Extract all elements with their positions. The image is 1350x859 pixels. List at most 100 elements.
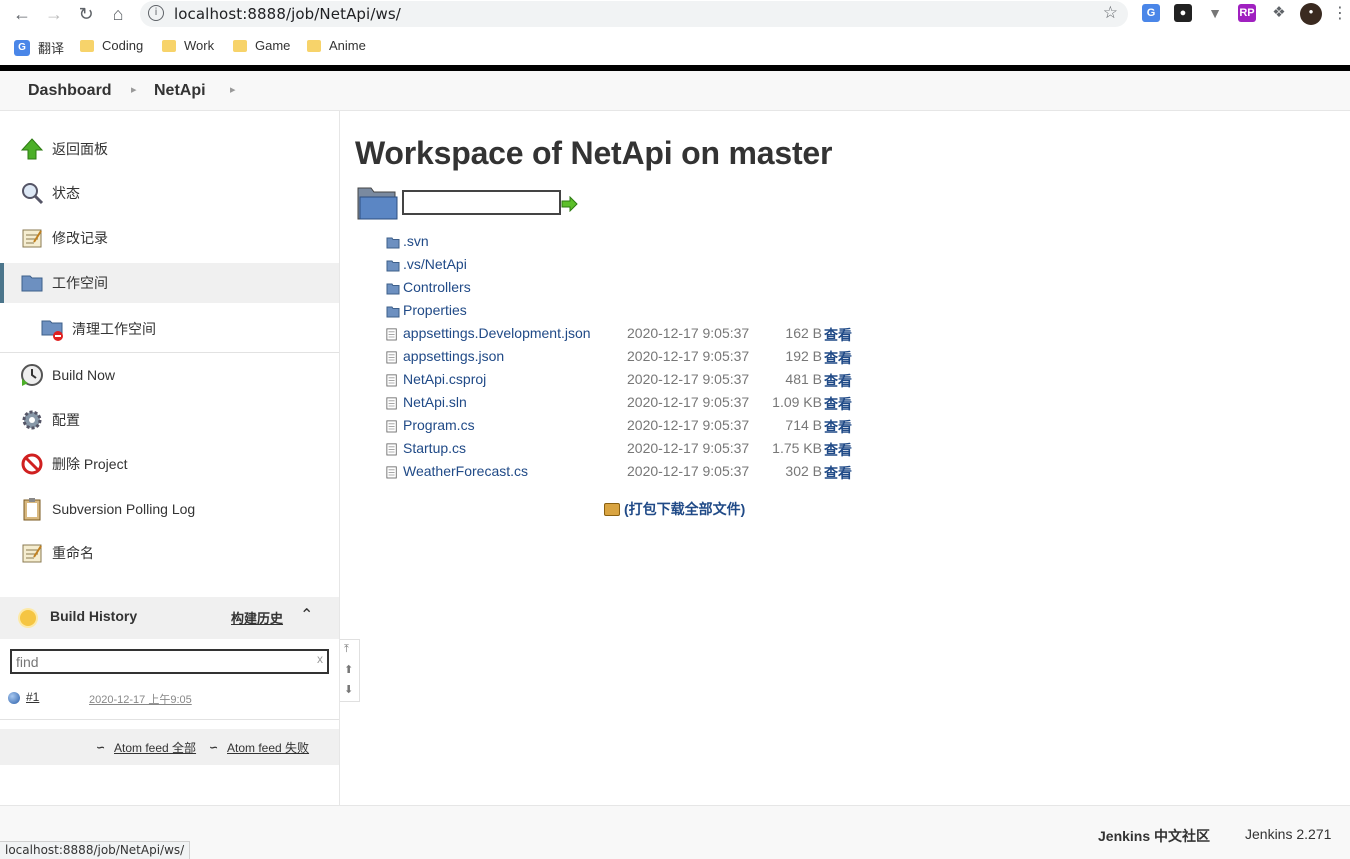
- view-link[interactable]: 查看: [824, 440, 852, 460]
- feed-all-link[interactable]: Atom feed 全部: [114, 739, 196, 756]
- browser-toolbar: ← → ↻ ⌂ i localhost:8888/job/NetApi/ws/ …: [0, 0, 1350, 28]
- entry-name-link[interactable]: appsettings.json: [403, 348, 504, 364]
- sidebar-item-rename[interactable]: 重命名: [0, 533, 339, 573]
- entry-name-link[interactable]: NetApi.csproj: [403, 371, 486, 387]
- reload-icon[interactable]: ↻: [76, 4, 96, 24]
- url-text[interactable]: localhost:8888/job/NetApi/ws/: [174, 5, 401, 23]
- translate-icon: G: [14, 39, 30, 56]
- clear-search-icon[interactable]: x: [317, 652, 323, 666]
- build-history-title: Build History: [50, 608, 138, 624]
- entry-name-link[interactable]: .svn: [403, 233, 429, 249]
- file-row: appsettings.Development.json 2020-12-17 9…: [384, 324, 864, 346]
- footer-version-link[interactable]: Jenkins 2.271: [1245, 826, 1331, 842]
- entry-date: 2020-12-17 9:05:37: [627, 417, 750, 433]
- vue-extension-icon[interactable]: ▼: [1206, 4, 1224, 22]
- weather-sunny-icon: [20, 610, 36, 626]
- entry-name-link[interactable]: Startup.cs: [403, 440, 466, 456]
- bookmark-anime[interactable]: Anime: [307, 38, 366, 53]
- breadcrumb-dashboard[interactable]: Dashboard: [28, 82, 112, 100]
- up-arrow-icon: [20, 138, 44, 160]
- scroll-top-icon[interactable]: ⤒: [344, 643, 349, 656]
- go-arrow-icon[interactable]: [561, 196, 578, 212]
- footer-community-link[interactable]: Jenkins 中文社区: [1098, 826, 1210, 846]
- scroll-down-icon[interactable]: ⬇: [344, 683, 353, 696]
- download-all-zip-link[interactable]: (打包下载全部文件): [604, 499, 745, 519]
- avatar[interactable]: ●: [1300, 3, 1322, 25]
- entry-name-link[interactable]: NetApi.sln: [403, 394, 467, 410]
- rp-extension-icon[interactable]: RP: [1238, 4, 1256, 22]
- entry-name-link[interactable]: appsettings.Development.json: [403, 325, 591, 341]
- entry-size: 714 B: [785, 417, 822, 433]
- rss-icon: ∽: [96, 742, 106, 754]
- scroll-controls: ⤒ ⬆ ⬇: [340, 639, 360, 702]
- chevron-up-icon[interactable]: ⌃: [300, 605, 313, 625]
- breadcrumb-netapi[interactable]: NetApi: [154, 82, 206, 100]
- no-entry-icon: [21, 453, 43, 475]
- workspace-folder-icon: [357, 187, 398, 220]
- view-link[interactable]: 查看: [824, 325, 852, 345]
- bookmark-translate[interactable]: G 翻译: [14, 38, 64, 57]
- info-icon[interactable]: i: [148, 5, 164, 21]
- bookmark-coding[interactable]: Coding: [80, 38, 143, 53]
- directory-row: Properties: [384, 301, 864, 323]
- sidebar-item-workspace[interactable]: 工作空间: [0, 263, 339, 303]
- directory-row: Controllers: [384, 278, 864, 300]
- magnifier-icon: [22, 183, 44, 205]
- extension-icon[interactable]: ●: [1174, 4, 1192, 22]
- view-link[interactable]: 查看: [824, 417, 852, 437]
- breadcrumb-separator-icon[interactable]: ▸: [131, 83, 137, 96]
- bookmark-work[interactable]: Work: [162, 38, 214, 53]
- file-row: NetApi.csproj 2020-12-17 9:05:37 481 B 查看: [384, 370, 864, 392]
- build-time-link[interactable]: 2020-12-17 上午9:05: [89, 691, 192, 707]
- view-link[interactable]: 查看: [824, 394, 852, 414]
- entry-name-link[interactable]: Properties: [403, 302, 467, 318]
- sidebar-item-build-now[interactable]: Build Now: [0, 355, 339, 395]
- sidebar-item-polling-log[interactable]: Subversion Polling Log: [0, 489, 339, 529]
- breadcrumb-separator-icon[interactable]: ▸: [230, 83, 236, 96]
- folder-icon: [307, 39, 321, 52]
- file-row: NetApi.sln 2020-12-17 9:05:37 1.09 KB 查看: [384, 393, 864, 415]
- view-link[interactable]: 查看: [824, 371, 852, 391]
- bookmark-game[interactable]: Game: [233, 38, 290, 53]
- entry-size: 192 B: [785, 348, 822, 364]
- path-input[interactable]: [402, 190, 561, 215]
- sidebar-item-delete-project[interactable]: 删除 Project: [0, 444, 339, 484]
- entry-name-link[interactable]: Program.cs: [403, 417, 475, 433]
- home-icon[interactable]: ⌂: [108, 4, 128, 24]
- sidebar-item-configure[interactable]: 配置: [0, 400, 339, 440]
- build-number-link[interactable]: #1: [26, 690, 39, 704]
- menu-kebab-icon[interactable]: ⋮: [1330, 4, 1350, 24]
- sidebar-item-changes[interactable]: 修改记录: [0, 218, 339, 258]
- sidebar-item-status[interactable]: 状态: [0, 173, 339, 213]
- entry-name-link[interactable]: .vs/NetApi: [403, 256, 467, 272]
- entry-size: 162 B: [785, 325, 822, 341]
- page-title: Workspace of NetApi on master: [355, 135, 833, 171]
- translate-extension-icon[interactable]: G: [1142, 4, 1160, 22]
- entry-size: 302 B: [785, 463, 822, 479]
- forward-icon[interactable]: →: [44, 4, 64, 24]
- entry-date: 2020-12-17 9:05:37: [627, 325, 750, 341]
- entry-date: 2020-12-17 9:05:37: [627, 394, 750, 410]
- puzzle-icon[interactable]: ❖: [1270, 4, 1288, 22]
- view-link[interactable]: 查看: [824, 348, 852, 368]
- entry-size: 1.75 KB: [772, 440, 822, 456]
- back-icon[interactable]: ←: [12, 4, 32, 24]
- build-status-ball-icon: [8, 692, 20, 704]
- entry-name-link[interactable]: WeatherForecast.cs: [403, 463, 528, 479]
- sidebar-item-wipe-workspace[interactable]: 清理工作空间: [0, 309, 339, 349]
- bookmark-star-icon[interactable]: ☆: [1103, 3, 1118, 23]
- address-bar[interactable]: i localhost:8888/job/NetApi/ws/ ☆: [140, 1, 1128, 27]
- sidebar-item-back-to-dashboard[interactable]: 返回面板: [0, 129, 339, 169]
- file-row: Startup.cs 2020-12-17 9:05:37 1.75 KB 查看: [384, 439, 864, 461]
- scroll-up-icon[interactable]: ⬆: [344, 663, 353, 676]
- build-trend-link[interactable]: 构建历史: [231, 608, 283, 627]
- build-search-input[interactable]: [16, 652, 306, 671]
- entry-name-link[interactable]: Controllers: [403, 279, 471, 295]
- folder-icon: [162, 39, 176, 52]
- build-search-box: x: [10, 649, 329, 674]
- view-link[interactable]: 查看: [824, 463, 852, 483]
- gear-icon: [22, 410, 42, 430]
- clipboard-icon: [23, 498, 41, 521]
- feed-failed-link[interactable]: Atom feed 失败: [227, 739, 309, 756]
- notepad-icon: [22, 229, 42, 248]
